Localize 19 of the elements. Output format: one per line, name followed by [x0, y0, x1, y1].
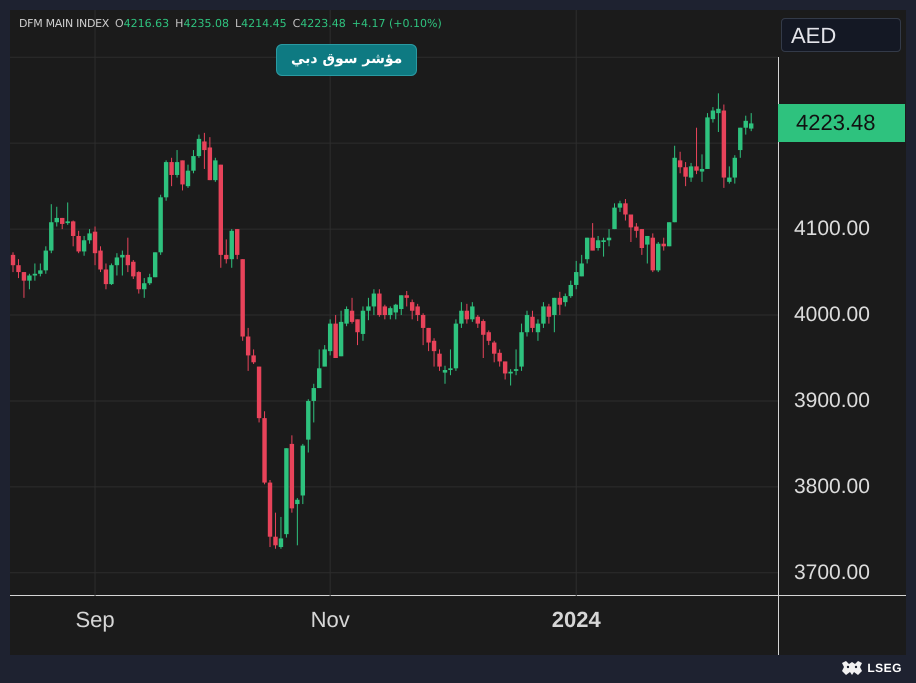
index-title: DFM MAIN INDEX [19, 17, 109, 30]
x-axis-label: Sep [75, 607, 115, 633]
y-axis-label: 3800.00 [794, 474, 870, 499]
last-price-tag: 4223.48 [778, 104, 905, 142]
ohlc-value: L4214.45 [234, 17, 287, 30]
y-axis-label: 3900.00 [794, 388, 870, 413]
ohlc-value: H4235.08 [175, 17, 229, 30]
price-change: +4.17 (+0.10%) [352, 17, 442, 30]
y-axis-label: 4100.00 [794, 217, 870, 242]
x-axis-label: 2024 [552, 607, 601, 633]
logo-icon [841, 660, 864, 676]
ohlc-value: C4223.48 [292, 17, 346, 30]
ohlc-value: O4216.63 [115, 17, 170, 30]
x-axis-label: Nov [310, 607, 350, 633]
brand-name: LSEG [867, 661, 902, 675]
y-axis-label: 3700.00 [794, 560, 870, 585]
y-axis-label: 4000.00 [794, 303, 870, 328]
index-label: مؤشر سوق دبي [276, 44, 418, 76]
currency-selector[interactable]: AED [781, 18, 901, 52]
